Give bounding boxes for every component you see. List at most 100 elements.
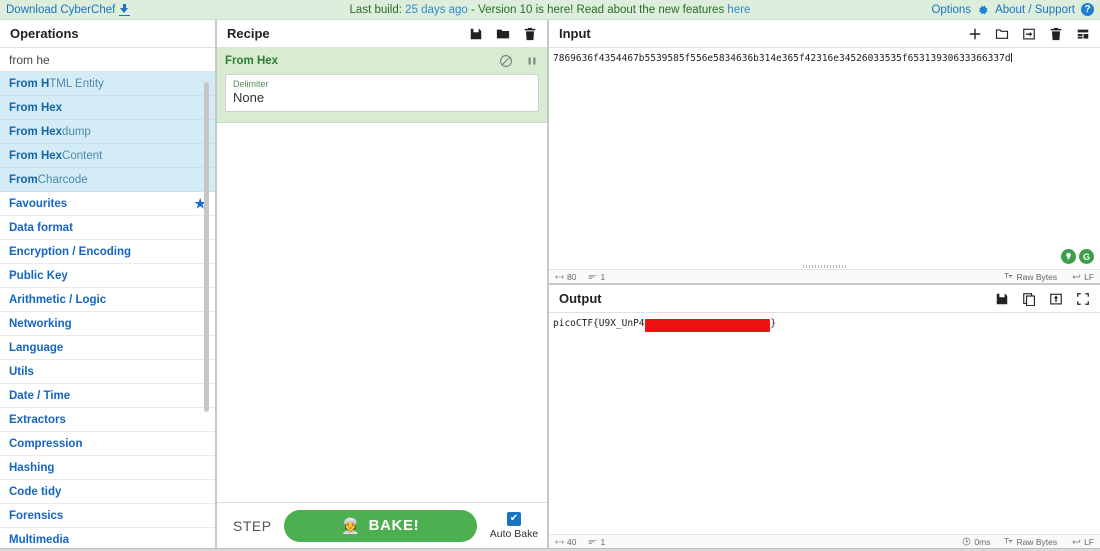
result-match: From Hex: [9, 126, 62, 138]
operations-scrollbar-thumb[interactable]: [204, 82, 209, 412]
reset-pane-layout-icon[interactable]: [1076, 27, 1090, 41]
input-encoding-value: Raw Bytes: [1016, 272, 1057, 282]
recipe-toolbar: [469, 27, 537, 41]
category-date-time[interactable]: Date / Time: [0, 384, 215, 408]
argument-value[interactable]: None: [233, 90, 531, 106]
search-input[interactable]: [0, 48, 215, 72]
category-label: Extractors: [9, 414, 66, 426]
operation-result-from-html-entity[interactable]: From HTML Entity: [0, 72, 215, 96]
category-compression[interactable]: Compression: [0, 432, 215, 456]
output-value-suffix: }: [770, 318, 776, 329]
category-label: Code tidy: [9, 486, 61, 498]
clear-recipe-icon[interactable]: [523, 27, 537, 41]
result-match: From H: [9, 78, 49, 90]
operation-result-from-charcode[interactable]: From Charcode: [0, 168, 215, 192]
recipe-operation-list[interactable]: From Hex Delimiter None: [217, 48, 547, 502]
download-cyberchef-link[interactable]: Download CyberChef: [6, 4, 130, 16]
input-value: 7869636f4354467b5539585f556e5834636b314e…: [553, 53, 1011, 64]
output-length: 40: [555, 537, 576, 547]
category-public-key[interactable]: Public Key: [0, 264, 215, 288]
auto-bake-label: Auto Bake: [489, 528, 539, 540]
operations-scrollbar[interactable]: [207, 72, 212, 548]
output-lines-value: 1: [600, 537, 605, 547]
build-age: 25 days ago: [405, 4, 468, 16]
category-utils[interactable]: Utils: [0, 360, 215, 384]
category-favourites[interactable]: Favourites ★: [0, 192, 215, 216]
length-icon: [555, 273, 564, 281]
download-cyberchef-label[interactable]: Download CyberChef: [6, 4, 115, 16]
save-recipe-icon[interactable]: [469, 27, 483, 41]
options-button[interactable]: Options: [931, 4, 971, 16]
output-encoding[interactable]: Raw Bytes: [1004, 537, 1057, 547]
maximise-output-icon[interactable]: [1076, 292, 1090, 306]
input-header: Input: [549, 20, 1100, 48]
bake-button-label: BAKE!: [369, 517, 420, 534]
save-output-icon[interactable]: [995, 292, 1009, 306]
result-match: From Hex: [9, 102, 62, 114]
result-match: From: [9, 174, 38, 186]
category-hashing[interactable]: Hashing: [0, 456, 215, 480]
category-code-tidy[interactable]: Code tidy: [0, 480, 215, 504]
chef-icon: 👳: [341, 517, 360, 535]
input-pane: Input: [549, 20, 1100, 285]
category-label: Utils: [9, 366, 34, 378]
category-networking[interactable]: Networking: [0, 312, 215, 336]
category-label: Compression: [9, 438, 83, 450]
about-support-button[interactable]: About / Support: [995, 4, 1075, 16]
category-label: Language: [9, 342, 63, 354]
category-arithmetic-logic[interactable]: Arithmetic / Logic: [0, 288, 215, 312]
bake-controls: STEP 👳 BAKE! ✔ Auto Bake: [217, 502, 547, 548]
clear-input-icon[interactable]: [1049, 27, 1063, 41]
output-body[interactable]: picoCTF{U9X_UnP4ck1n9_d3l1m1t3r_c0ff33}: [549, 313, 1100, 534]
output-status-bar: 40 1 0ms Raw Bytes: [549, 534, 1100, 548]
lines-icon: [588, 273, 597, 281]
magic-icon[interactable]: G: [1079, 249, 1094, 264]
io-splitter[interactable]: [803, 265, 847, 268]
gear-icon[interactable]: [977, 4, 989, 16]
result-rest: dump: [62, 126, 91, 138]
auto-bake-checkbox[interactable]: ✔: [507, 512, 521, 526]
question-circle-icon[interactable]: ?: [1081, 3, 1094, 16]
category-extractors[interactable]: Extractors: [0, 408, 215, 432]
output-text: picoCTF{U9X_UnP4ck1n9_d3l1m1t3r_c0ff33}: [549, 313, 1100, 332]
copy-output-icon[interactable]: [1022, 292, 1036, 306]
input-line-ending[interactable]: LF: [1071, 272, 1094, 282]
load-recipe-icon[interactable]: [496, 27, 510, 41]
build-middle: - Version 10 is here! Read about the new…: [471, 4, 724, 16]
category-forensics[interactable]: Forensics: [0, 504, 215, 528]
category-multimedia[interactable]: Multimedia: [0, 528, 215, 548]
add-input-icon[interactable]: [968, 27, 982, 41]
input-body[interactable]: 7869636f4354467b5539585f556e5834636b314e…: [549, 48, 1100, 269]
open-folder-icon[interactable]: [995, 27, 1009, 41]
new-features-link[interactable]: here: [727, 4, 750, 16]
disable-icon[interactable]: [499, 54, 513, 68]
category-label: Multimedia: [9, 534, 69, 546]
open-file-icon[interactable]: [1022, 27, 1036, 41]
bake-button[interactable]: 👳 BAKE!: [284, 510, 477, 542]
output-eol-value: LF: [1084, 537, 1094, 547]
input-text[interactable]: 7869636f4354467b5539585f556e5834636b314e…: [549, 48, 1100, 65]
argument-delimiter[interactable]: Delimiter None: [225, 74, 539, 112]
lines-icon: [588, 538, 597, 546]
operation-result-from-hexdump[interactable]: From Hexdump: [0, 120, 215, 144]
breakpoint-icon[interactable]: [525, 54, 539, 68]
output-encoding-value: Raw Bytes: [1016, 537, 1057, 547]
input-status-right: Raw Bytes LF: [990, 272, 1094, 282]
build-prefix: Last build:: [350, 4, 402, 16]
step-button[interactable]: STEP: [233, 518, 272, 534]
category-language[interactable]: Language: [0, 336, 215, 360]
input-encoding[interactable]: Raw Bytes: [1004, 272, 1057, 282]
category-encryption-encoding[interactable]: Encryption / Encoding: [0, 240, 215, 264]
operation-result-from-hex[interactable]: From Hex: [0, 96, 215, 120]
output-line-ending[interactable]: LF: [1071, 537, 1094, 547]
category-label: Arithmetic / Logic: [9, 294, 106, 306]
replace-input-icon[interactable]: [1049, 292, 1063, 306]
top-banner: Download CyberChef Last build: 25 days a…: [0, 0, 1100, 20]
input-hint-icon[interactable]: [1061, 249, 1076, 264]
io-panel: Input: [549, 20, 1100, 548]
result-match: From Hex: [9, 150, 62, 162]
recipe-operation-from-hex[interactable]: From Hex Delimiter None: [217, 48, 547, 123]
category-data-format[interactable]: Data format: [0, 216, 215, 240]
operation-result-from-hex-content[interactable]: From Hex Content: [0, 144, 215, 168]
auto-bake-toggle[interactable]: ✔ Auto Bake: [489, 512, 539, 540]
